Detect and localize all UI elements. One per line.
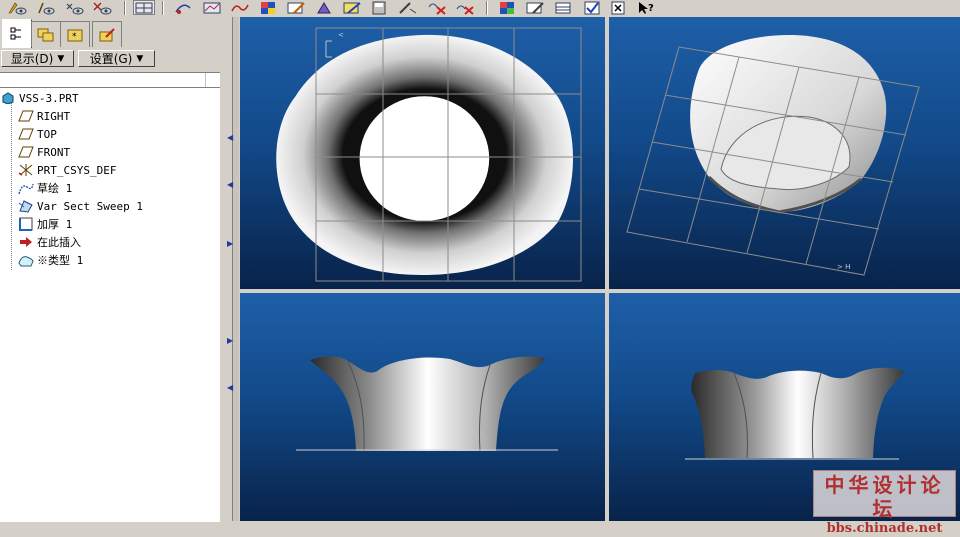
svg-text:<: < — [338, 31, 344, 39]
viewport-front-view[interactable] — [240, 293, 605, 521]
tree-item-style[interactable]: ※类型 1 — [18, 251, 83, 269]
datum-icon[interactable] — [313, 0, 335, 15]
tree-column-divider[interactable] — [205, 73, 221, 87]
favorites-icon: * — [67, 29, 83, 42]
delete-analysis-icon[interactable] — [426, 0, 448, 15]
tree-item-label: 加厚 1 — [37, 218, 73, 231]
pencil-sheet-icon[interactable] — [285, 0, 307, 15]
svg-text:*: * — [72, 32, 77, 42]
flower-iso-view: > H — [626, 35, 920, 276]
close-icon[interactable] — [607, 0, 629, 15]
splitter-edge[interactable] — [232, 17, 239, 521]
settings-menu-label: 设置(G) — [89, 52, 133, 66]
display-menu-label: 显示(D) — [10, 52, 54, 66]
color-analysis-icon[interactable] — [257, 0, 279, 15]
csys-eye-icon[interactable] — [91, 0, 113, 15]
tree-item-label: FRONT — [37, 145, 71, 159]
confirm-icon[interactable] — [581, 0, 603, 15]
display-menu-button[interactable]: 显示(D) ▼ — [1, 50, 74, 67]
panel-splitter[interactable]: ◀ ◀ ▶ ▶ ◀ — [222, 17, 240, 521]
insert-here-icon — [18, 235, 34, 249]
flower-body — [310, 356, 545, 451]
panel-tabs: * — [0, 19, 222, 48]
help-cursor-icon[interactable]: ? — [635, 0, 657, 15]
axis-eye-icon[interactable] — [63, 0, 85, 15]
color-sheet-icon[interactable] — [341, 0, 363, 15]
tree-root-node[interactable]: VSS-3.PRT — [0, 89, 79, 107]
tree-connector-line — [11, 100, 13, 270]
tree-item-label: PRT_CSYS_DEF — [37, 163, 117, 177]
measure-icon[interactable] — [397, 0, 419, 15]
folders-icon — [37, 28, 54, 41]
expand-arrow-icon[interactable]: ▶ — [227, 336, 233, 345]
tree-item-label: 草绘 1 — [37, 182, 73, 195]
datum-plane-icon — [18, 145, 34, 159]
curve-icon[interactable] — [229, 0, 251, 15]
tree-menu-bar: 显示(D) ▼ 设置(G) ▼ — [0, 49, 222, 69]
model-tree-icon — [10, 27, 21, 40]
tree-item-sketch[interactable]: 草绘 1 — [18, 179, 72, 197]
tab-connections[interactable] — [92, 21, 122, 47]
save-view-icon[interactable] — [369, 0, 391, 15]
tree-column-header — [0, 72, 220, 87]
dropdown-arrow-icon: ▼ — [136, 53, 144, 64]
watermark-title: 中华设计论坛 — [824, 473, 945, 521]
tab-favorites[interactable]: * — [60, 21, 90, 47]
settings-menu-button[interactable]: 设置(G) ▼ — [78, 50, 155, 67]
delete-curve-icon[interactable] — [454, 0, 476, 15]
tree-item-thicken[interactable]: 加厚 1 — [18, 215, 72, 233]
sketch-icon — [18, 181, 34, 195]
connections-icon — [99, 27, 115, 41]
datum-plane-icon — [18, 109, 34, 123]
regen-icon[interactable] — [172, 0, 194, 15]
svg-text:?: ? — [648, 3, 654, 14]
sweep-icon — [18, 199, 34, 213]
tree-item-sweep[interactable]: Var Sect Sweep 1 — [18, 197, 143, 215]
ring-top-view: < — [276, 27, 582, 282]
model-tree: VSS-3.PRT RIGHT TOP FRONT PRT_CSYS_DEF 草… — [0, 87, 220, 522]
datum-plane-icon — [18, 127, 34, 141]
collapse-arrow-icon[interactable]: ◀ — [227, 180, 233, 189]
watermark-url: bbs.chinade.net — [826, 521, 943, 536]
tab-folder-browser[interactable] — [31, 21, 61, 47]
shading-icon[interactable] — [496, 0, 518, 15]
flower-front-view — [296, 356, 558, 452]
tab-model-tree[interactable] — [2, 19, 32, 48]
tree-item-front[interactable]: FRONT — [18, 143, 70, 161]
thicken-icon — [18, 217, 34, 231]
tree-item-insert-here[interactable]: 在此插入 — [18, 233, 81, 251]
model-tree-panel: * 显示(D) ▼ 设置(G) ▼ VSS-3.PRT RIGHT TOP FR… — [0, 17, 222, 522]
main-toolbar: ? — [0, 0, 960, 17]
view-eye-icon-2[interactable] — [35, 0, 57, 15]
tree-item-label: Var Sect Sweep 1 — [37, 199, 143, 213]
flower-body-side — [691, 367, 904, 458]
viewport-top-view[interactable]: < — [240, 17, 605, 289]
view-eye-icon-1[interactable] — [6, 0, 28, 15]
grid-view-icon[interactable] — [133, 0, 155, 15]
tree-item-label: 在此插入 — [37, 236, 81, 249]
ring-inner-hole — [359, 96, 490, 221]
expand-arrow-icon[interactable]: ▶ — [227, 239, 233, 248]
tree-item-top[interactable]: TOP — [18, 125, 57, 143]
tree-item-csys[interactable]: PRT_CSYS_DEF — [18, 161, 116, 179]
edit-sheet-icon[interactable] — [524, 0, 546, 15]
csys-icon — [18, 163, 34, 177]
dropdown-arrow-icon: ▼ — [57, 53, 65, 64]
svg-text:> H: > H — [837, 263, 850, 271]
analysis-icon[interactable] — [201, 0, 223, 15]
table-icon[interactable] — [552, 0, 574, 15]
tree-item-label: TOP — [37, 127, 57, 141]
style-icon — [18, 253, 34, 267]
tree-root-label: VSS-3.PRT — [19, 91, 79, 105]
tree-item-label: ※类型 1 — [37, 254, 84, 267]
part-icon — [0, 91, 16, 105]
csys-marker-icon — [325, 40, 332, 58]
tree-item-label: RIGHT — [37, 109, 71, 123]
forum-watermark: 中华设计论坛 bbs.chinade.net — [813, 470, 956, 536]
collapse-arrow-icon[interactable]: ◀ — [227, 383, 233, 392]
viewport-iso-view[interactable]: > H — [609, 17, 960, 289]
tree-item-right[interactable]: RIGHT — [18, 107, 70, 125]
collapse-arrow-icon[interactable]: ◀ — [227, 133, 233, 142]
